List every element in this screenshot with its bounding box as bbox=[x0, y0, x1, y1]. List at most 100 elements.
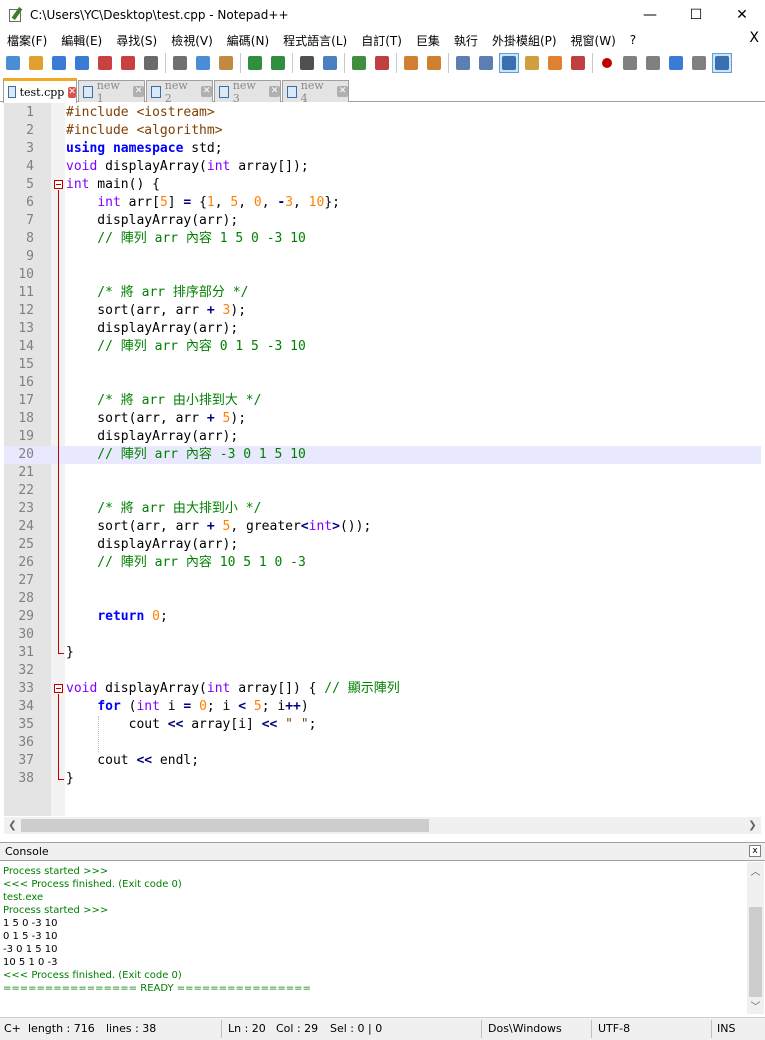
code-line[interactable]: 24 sort(arr, arr + 5, greater<int>()); bbox=[4, 518, 761, 536]
code-line[interactable]: 3 using namespace std; bbox=[4, 140, 761, 158]
menu-run[interactable]: 執行 bbox=[447, 32, 485, 49]
menu-file[interactable]: 檔案(F) bbox=[0, 32, 54, 49]
tab-new-3[interactable]: new 3 ✕ bbox=[214, 79, 281, 105]
tab-test-cpp[interactable]: test.cpp ✕ bbox=[3, 78, 77, 103]
print-icon[interactable] bbox=[141, 53, 161, 73]
tab-new-1[interactable]: new 1 ✕ bbox=[78, 79, 145, 105]
code-line[interactable]: 23 /* 將 arr 由大排到小 */ bbox=[4, 500, 761, 518]
menu-help[interactable]: ? bbox=[623, 33, 643, 47]
horizontal-scroll-thumb[interactable] bbox=[21, 819, 429, 832]
code-line[interactable]: 17 /* 將 arr 由小排到大 */ bbox=[4, 392, 761, 410]
close-all-icon[interactable] bbox=[118, 53, 138, 73]
cut-icon[interactable] bbox=[170, 53, 190, 73]
minimize-button[interactable]: — bbox=[627, 0, 673, 30]
menu-plugins[interactable]: 外掛模組(P) bbox=[485, 32, 564, 49]
function-list-icon[interactable] bbox=[545, 53, 565, 73]
stop-macro-icon[interactable] bbox=[620, 53, 640, 73]
code-line[interactable]: 34 for (int i = 0; i < 5; i++) bbox=[4, 698, 761, 716]
menu-settings[interactable]: 自訂(T) bbox=[354, 32, 409, 49]
menu-edit[interactable]: 編輯(E) bbox=[54, 32, 109, 49]
undo-icon[interactable] bbox=[245, 53, 265, 73]
code-line[interactable]: 21 bbox=[4, 464, 761, 482]
scroll-right-icon[interactable]: ❯ bbox=[744, 817, 761, 834]
find-icon[interactable] bbox=[297, 53, 317, 73]
tab-new-4[interactable]: new 4 ✕ bbox=[282, 79, 349, 105]
new-file-icon[interactable] bbox=[3, 53, 23, 73]
code-line[interactable]: 22 bbox=[4, 482, 761, 500]
open-file-icon[interactable] bbox=[26, 53, 46, 73]
paste-icon[interactable] bbox=[216, 53, 236, 73]
replace-icon[interactable] bbox=[320, 53, 340, 73]
code-line[interactable]: 35 cout << array[i] << " "; bbox=[4, 716, 761, 734]
code-line[interactable]: 36 bbox=[4, 734, 761, 752]
console-vertical-scrollbar[interactable]: ︿ ﹀ bbox=[747, 862, 764, 1014]
code-line[interactable]: 38} bbox=[4, 770, 761, 788]
play-macro-icon[interactable] bbox=[643, 53, 663, 73]
code-line[interactable]: 27 bbox=[4, 572, 761, 590]
close-tab-icon[interactable]: ✕ bbox=[337, 86, 348, 97]
close-tab-icon[interactable]: ✕ bbox=[201, 86, 212, 97]
code-line[interactable]: 29 return 0; bbox=[4, 608, 761, 626]
code-line[interactable]: 26 // 陣列 arr 內容 10 5 1 0 -3 bbox=[4, 554, 761, 572]
record-macro-icon[interactable] bbox=[597, 53, 617, 73]
code-line[interactable]: 2 #include <algorithm> bbox=[4, 122, 761, 140]
console-output[interactable]: Process started >>> <<< Process finished.… bbox=[0, 862, 747, 1014]
save-all-icon[interactable] bbox=[72, 53, 92, 73]
close-tab-icon[interactable]: ✕ bbox=[269, 86, 280, 97]
fold-toggle-icon[interactable] bbox=[54, 180, 63, 189]
redo-icon[interactable] bbox=[268, 53, 288, 73]
code-line[interactable]: 12 sort(arr, arr + 3); bbox=[4, 302, 761, 320]
show-all-chars-icon[interactable] bbox=[476, 53, 496, 73]
close-icon[interactable] bbox=[95, 53, 115, 73]
document-map-icon[interactable] bbox=[522, 53, 542, 73]
vertical-scroll-thumb[interactable] bbox=[749, 907, 762, 997]
code-line[interactable]: 13 displayArray(arr); bbox=[4, 320, 761, 338]
code-line[interactable]: 5 int main() { bbox=[4, 176, 761, 194]
code-line[interactable]: 1 #include <iostream> bbox=[4, 104, 761, 122]
code-line[interactable]: 19 displayArray(arr); bbox=[4, 428, 761, 446]
code-line[interactable]: 20 // 陣列 arr 內容 -3 0 1 5 10 bbox=[4, 446, 761, 464]
sync-vertical-icon[interactable] bbox=[401, 53, 421, 73]
fold-toggle-icon[interactable] bbox=[54, 684, 63, 693]
zoom-out-icon[interactable] bbox=[372, 53, 392, 73]
code-line[interactable]: 32 bbox=[4, 662, 761, 680]
save-macro-icon[interactable] bbox=[689, 53, 709, 73]
code-line[interactable]: 6 int arr[5] = {1, 5, 0, -3, 10}; bbox=[4, 194, 761, 212]
code-line[interactable]: 15 bbox=[4, 356, 761, 374]
code-line[interactable]: 37 cout << endl; bbox=[4, 752, 761, 770]
menu-encoding[interactable]: 編碼(N) bbox=[220, 32, 276, 49]
code-line[interactable]: 18 sort(arr, arr + 5); bbox=[4, 410, 761, 428]
run-macro-multiple-icon[interactable] bbox=[666, 53, 686, 73]
horizontal-scrollbar[interactable]: ❮ ❯ bbox=[4, 817, 761, 834]
scroll-up-icon[interactable]: ︿ bbox=[747, 862, 764, 879]
menu-macro[interactable]: 巨集 bbox=[409, 32, 447, 49]
code-line[interactable]: 9 bbox=[4, 248, 761, 266]
copy-icon[interactable] bbox=[193, 53, 213, 73]
zoom-in-icon[interactable] bbox=[349, 53, 369, 73]
folder-workspace-icon[interactable] bbox=[568, 53, 588, 73]
code-line[interactable]: 11 /* 將 arr 排序部分 */ bbox=[4, 284, 761, 302]
code-line[interactable]: 28 bbox=[4, 590, 761, 608]
menu-language[interactable]: 程式語言(L) bbox=[276, 32, 354, 49]
code-editor[interactable]: 1 #include <iostream> 2 #include <algorithm… bbox=[4, 103, 761, 816]
code-line[interactable]: 8 // 陣列 arr 內容 1 5 0 -3 10 bbox=[4, 230, 761, 248]
code-line[interactable]: 16 bbox=[4, 374, 761, 392]
console-icon[interactable] bbox=[712, 53, 732, 73]
code-line[interactable]: 10 bbox=[4, 266, 761, 284]
sync-horizontal-icon[interactable] bbox=[424, 53, 444, 73]
menu-view[interactable]: 檢視(V) bbox=[164, 32, 220, 49]
close-window-button[interactable]: ✕ bbox=[719, 0, 765, 30]
close-tab-icon[interactable]: ✕ bbox=[68, 86, 76, 98]
scroll-left-icon[interactable]: ❮ bbox=[4, 817, 21, 834]
menu-window[interactable]: 視窗(W) bbox=[564, 32, 623, 49]
close-document-button[interactable]: X bbox=[749, 30, 759, 46]
scroll-down-icon[interactable]: ﹀ bbox=[747, 997, 764, 1014]
code-line[interactable]: 25 displayArray(arr); bbox=[4, 536, 761, 554]
code-line[interactable]: 4 void displayArray(int array[]); bbox=[4, 158, 761, 176]
close-tab-icon[interactable]: ✕ bbox=[133, 86, 144, 97]
word-wrap-icon[interactable] bbox=[453, 53, 473, 73]
code-line[interactable]: 7 displayArray(arr); bbox=[4, 212, 761, 230]
code-line[interactable]: 30 bbox=[4, 626, 761, 644]
code-line[interactable]: 31} bbox=[4, 644, 761, 662]
menu-search[interactable]: 尋找(S) bbox=[109, 32, 164, 49]
